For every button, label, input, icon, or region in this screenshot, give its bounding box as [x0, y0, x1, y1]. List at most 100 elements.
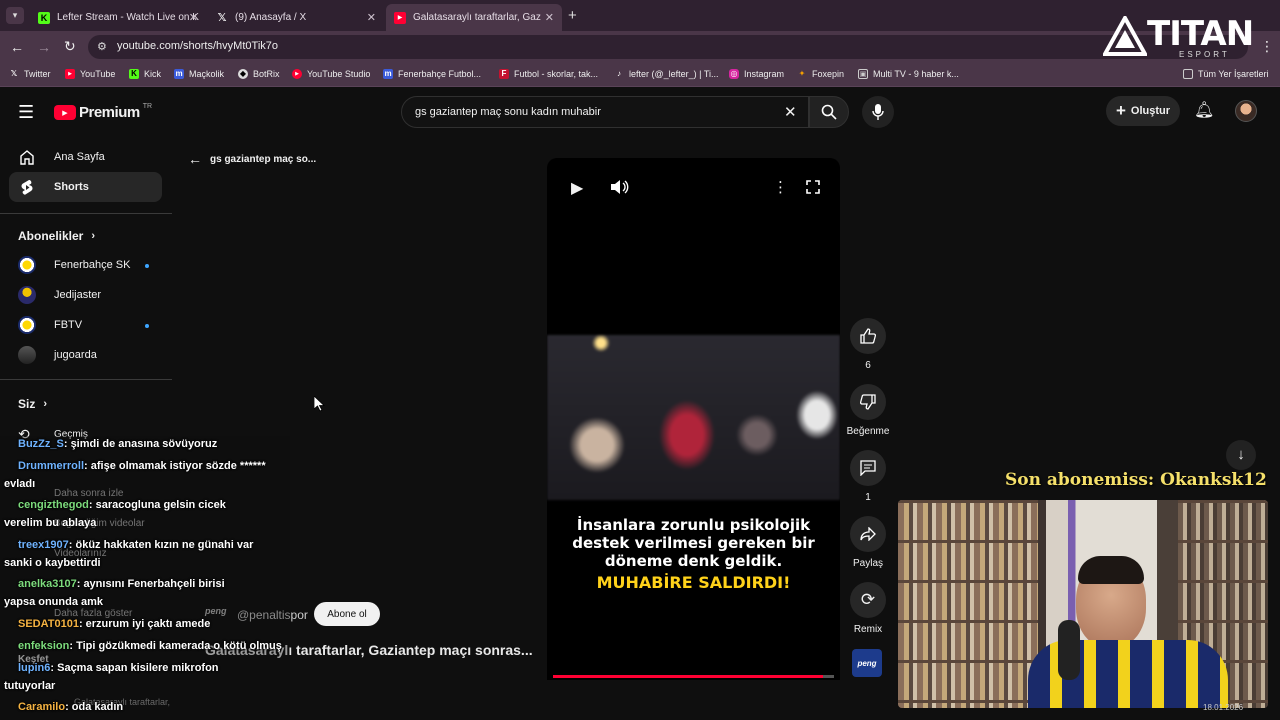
kick-icon: K [38, 11, 50, 24]
reload-icon[interactable]: ↻ [64, 38, 76, 55]
sidebar-sub-jedijaster[interactable]: Jedijaster [18, 286, 101, 304]
caption-line: döneme denk geldik. [604, 552, 783, 570]
chat-username: treex1907 [18, 539, 69, 551]
all-bookmarks[interactable]: Tüm Yer İşaretleri [1183, 69, 1269, 79]
kick-icon: K [129, 69, 139, 79]
share-button[interactable]: Paylaş [848, 516, 888, 569]
sidebar-sub-jugoarda[interactable]: jugoarda [18, 346, 97, 364]
address-bar-row: ← → ↻ ⚙ youtube.com/shorts/hvyMt0Tik7o ⋮ [0, 31, 1280, 63]
like-button[interactable]: 6 [848, 318, 888, 371]
titan-sub: ESPORT [1179, 50, 1230, 59]
sidebar-item-home[interactable]: Ana Sayfa [9, 142, 162, 172]
tab-title: Galatasaraylı taraftarlar, Gazian [413, 12, 541, 23]
chat-message: tutuyorlar [4, 677, 55, 695]
bookmark-foxepin[interactable]: ✦ Foxepin [797, 69, 844, 79]
shorts-player[interactable]: ▶ ⋮ İnsanlara zorunlu psikolojik destek … [547, 158, 840, 680]
chat-text: : aynısını Fenerbahçeli birisi [76, 578, 225, 590]
folder-icon [1183, 69, 1193, 79]
more-options-icon[interactable]: ⋮ [773, 178, 788, 196]
dislike-button[interactable]: Beğenme [842, 384, 894, 437]
create-button[interactable]: + Oluştur [1106, 96, 1180, 126]
bookmark-instagram[interactable]: ◎ Instagram [729, 69, 784, 79]
new-content-dot [145, 264, 149, 268]
chat-username: BuzZz_S [18, 438, 64, 450]
chat-message: treex1907: öküz hakkaten kızın ne günahi… [4, 536, 253, 554]
search-input[interactable]: gs gaziantep maç sonu kadın muhabir [415, 106, 601, 118]
omnibox[interactable]: ⚙ youtube.com/shorts/hvyMt0Tik7o [88, 35, 1248, 59]
subscriptions-header[interactable]: Abonelikler › [18, 229, 95, 243]
mackolik-icon: m [383, 69, 393, 79]
bookmark-youtube[interactable]: ▶ YouTube [65, 69, 115, 79]
channel-thumbnail[interactable]: peng [852, 649, 882, 677]
sidebar-divider [0, 213, 172, 214]
hamburger-menu-icon[interactable]: ☰ [18, 102, 34, 123]
notifications-bell-icon[interactable]: 🔔︎ [1194, 100, 1214, 120]
bookmark-multitv[interactable]: ▣ Multi TV - 9 haber k... [858, 69, 959, 79]
shorts-back-button[interactable]: ← gs gaziantep maç so... [188, 151, 316, 167]
titan-brand: TITAN [1147, 14, 1254, 54]
chat-message: SEDAT0101: erzurum iyi çaktı amede [4, 615, 210, 633]
tab-youtube[interactable]: ▶ Galatasaraylı taraftarlar, Gazian ✕ [386, 4, 562, 31]
chat-text: : öküz hakkaten kızın ne günahi var [68, 539, 254, 551]
sidebar-sub-fenerbahce[interactable]: Fenerbahçe SK [18, 256, 130, 274]
close-tab-icon[interactable]: ✕ [367, 11, 376, 24]
youtube-premium-logo[interactable]: ▶ Premium TR [54, 103, 152, 121]
volume-icon[interactable] [611, 180, 629, 194]
instagram-icon: ◎ [729, 69, 739, 79]
bookmark-fenerbahce[interactable]: m Fenerbahçe Futbol... [383, 69, 481, 79]
close-tab-icon[interactable]: ✕ [545, 11, 554, 24]
url-text[interactable]: youtube.com/shorts/hvyMt0Tik7o [117, 40, 278, 52]
search-box[interactable]: gs gaziantep maç sonu kadın muhabir ✕ [401, 96, 809, 128]
tab-kick[interactable]: K Lefter Stream - Watch Live on K ✕ [30, 4, 206, 31]
back-arrow-icon[interactable]: ← [10, 39, 24, 55]
create-label: Oluştur [1130, 105, 1171, 117]
chat-text: evladı [4, 478, 36, 490]
sidebar-item-shorts[interactable]: Shorts [9, 172, 162, 202]
fullscreen-icon[interactable] [806, 180, 820, 194]
microphone [1058, 620, 1080, 680]
menu-kebab-icon[interactable]: ⋮ [1260, 38, 1274, 55]
close-tab-icon[interactable]: ✕ [189, 11, 198, 24]
subscribe-button[interactable]: Abone ol [314, 602, 380, 626]
comments-button[interactable]: 1 [848, 450, 888, 503]
sidebar-item-label: Ana Sayfa [54, 151, 105, 163]
multitv-icon: ▣ [858, 69, 868, 79]
tab-search-button[interactable]: ▾ [6, 7, 24, 24]
you-header[interactable]: Siz › [18, 397, 47, 411]
chat-message: sanki o kaybettirdi [4, 554, 101, 572]
bookmark-botrix[interactable]: ◆ BotRix [238, 69, 280, 79]
site-info-icon[interactable]: ⚙ [97, 40, 107, 53]
forward-arrow-icon[interactable]: → [37, 39, 51, 55]
botrix-icon: ◆ [238, 69, 248, 79]
chevron-right-icon: › [43, 398, 48, 410]
clear-search-icon[interactable]: ✕ [784, 103, 797, 121]
caption-line: İnsanlara zorunlu psikolojik [576, 516, 811, 534]
voice-search-button[interactable] [862, 96, 894, 128]
bookmark-tiktok[interactable]: ♪ lefter (@_lefter_) | Ti... [614, 69, 719, 79]
avatar[interactable] [1235, 100, 1257, 122]
bookmark-mackolik[interactable]: m Maçkolik [174, 69, 224, 79]
chat-text: sanki o kaybettirdi [4, 557, 101, 569]
bookmark-flashscore[interactable]: F Futbol - skorlar, tak... [499, 69, 598, 79]
progress-bar-fill [553, 675, 823, 678]
avatar [18, 286, 36, 304]
tab-x[interactable]: 𝕏 (9) Anasayfa / X ✕ [208, 4, 384, 31]
chat-username: SEDAT0101 [18, 618, 79, 630]
progress-bar-track[interactable] [553, 675, 834, 678]
streamer-hair [1078, 556, 1144, 584]
search-icon [821, 104, 837, 120]
chat-username: Caramilo [18, 701, 66, 713]
video-caption: İnsanlara zorunlu psikolojik destek veri… [547, 516, 840, 592]
chat-message: evladı [4, 475, 35, 493]
next-video-arrow-icon[interactable]: ↓ [1226, 440, 1256, 470]
premium-label: Premium [79, 104, 140, 121]
sidebar-sub-fbtv[interactable]: FBTV [18, 316, 82, 334]
search-button[interactable] [809, 96, 849, 128]
new-tab-button[interactable]: + [568, 7, 577, 24]
chat-text: tutuyorlar [4, 680, 56, 692]
bookmark-kick[interactable]: K Kick [129, 69, 161, 79]
play-icon[interactable]: ▶ [571, 178, 583, 198]
bookmark-youtube-studio[interactable]: ▶ YouTube Studio [292, 69, 370, 79]
bookmark-twitter[interactable]: 𝕏 Twitter [9, 69, 51, 79]
remix-button[interactable]: ⟳ Remix [848, 582, 888, 635]
